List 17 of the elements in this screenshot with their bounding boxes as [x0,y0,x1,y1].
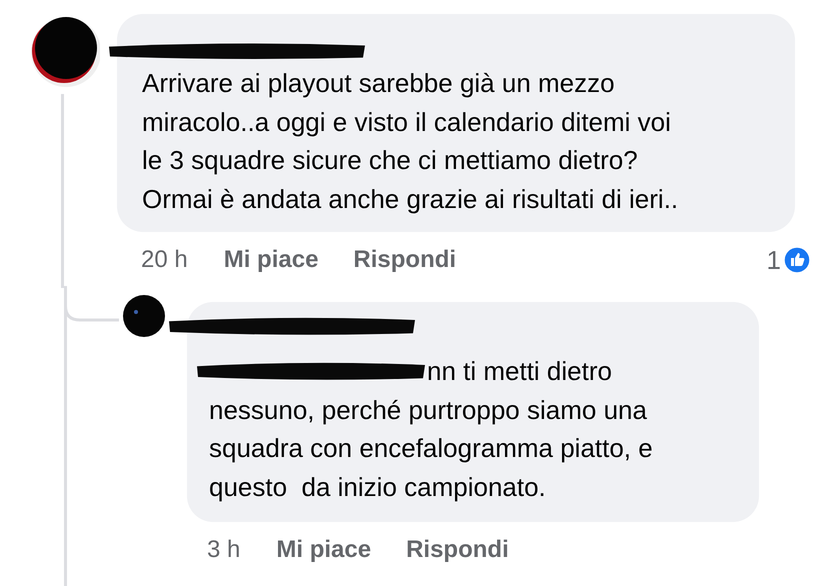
avatar[interactable] [30,14,100,90]
comment-time: 3 h [207,536,240,564]
like-link[interactable]: Mi piace [224,246,318,274]
comment-line: nn ti metti dietro [427,355,612,388]
comment-time: 20 h [141,246,188,274]
comment-line: nessuno, perché purtroppo siamo una [209,394,648,426]
comment-line: questo da inizio campionato. [209,470,547,504]
like-link[interactable]: Mi piace [276,536,372,564]
comment-line: squadra con encefalogramma piatto, e [209,432,654,465]
like-icon[interactable] [783,246,811,274]
reaction-count[interactable]: 1 [766,244,781,276]
comment-line: Ormai è andata anche grazie ai risultati di ieri.. [142,182,680,216]
reply-link[interactable]: Rispondi [353,246,456,274]
comment-line: miracolo..a oggi e visto il calendario ditemi voi [142,106,672,138]
comment-line: Arrivare ai playout sarebbe già un mezzo [142,67,616,100]
comment-line: le 3 squadre sicure che ci mettiamo dietro? [142,144,639,177]
reply-link[interactable]: Rispondi [406,536,509,564]
